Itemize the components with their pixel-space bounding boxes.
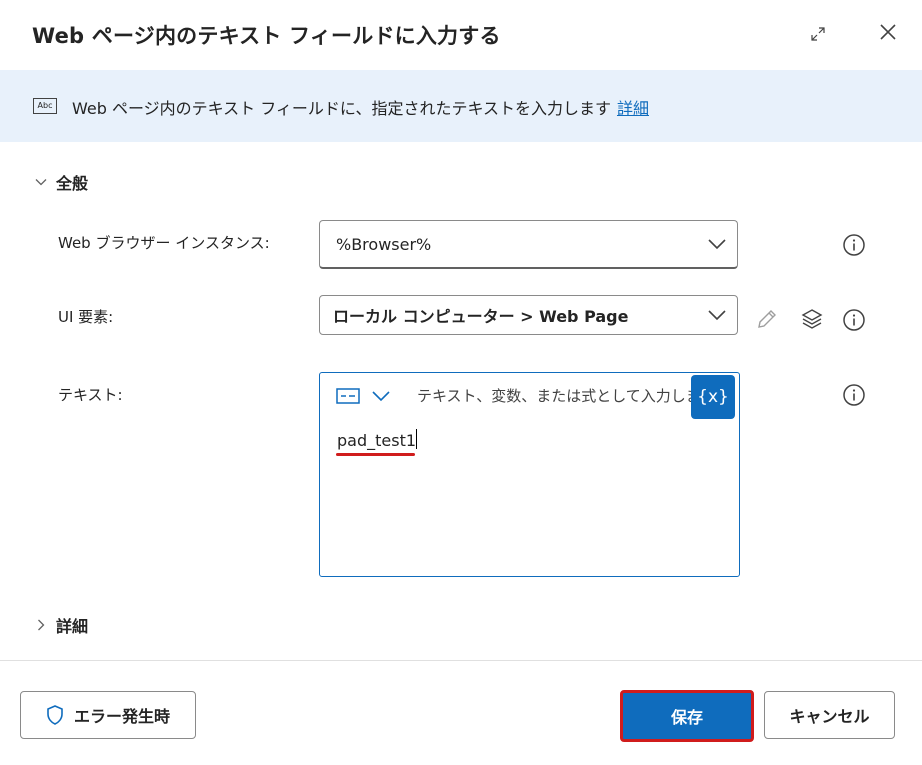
shield-icon xyxy=(47,705,63,725)
text-value: pad_test1 xyxy=(337,431,417,450)
section-general-label: 全般 xyxy=(56,174,89,193)
cancel-button[interactable]: キャンセル xyxy=(764,691,895,739)
expand-icon xyxy=(811,27,825,41)
on-error-label: エラー発生時 xyxy=(73,707,170,726)
text-label: テキスト: xyxy=(58,386,123,404)
ui-element-label: UI 要素: xyxy=(58,308,114,326)
info-icon xyxy=(843,384,865,406)
edit-ui-element-button[interactable] xyxy=(755,307,779,335)
dialog-title: Web ページ内のテキスト フィールドに入力する xyxy=(32,24,501,48)
save-button[interactable]: 保存 xyxy=(620,690,754,742)
section-general-toggle[interactable]: 全般 xyxy=(34,170,88,194)
input-mode-selector[interactable] xyxy=(336,387,390,405)
ui-element-dropdown[interactable]: ローカル コンピューター > Web Page xyxy=(319,295,738,335)
text-input[interactable]: テキスト、変数、または式として入力しま pad_test1 xyxy=(319,372,740,577)
ui-element-info-button[interactable] xyxy=(842,308,866,336)
chevron-down-icon xyxy=(35,179,47,186)
abc-text-icon: Abc xyxy=(33,98,57,114)
text-input-value: pad_test1 xyxy=(337,429,418,450)
expand-button[interactable] xyxy=(803,19,833,49)
chevron-down-icon xyxy=(708,310,726,321)
browser-info-button[interactable] xyxy=(842,233,866,261)
browser-instance-dropdown[interactable]: %Browser% xyxy=(319,220,738,269)
layers-icon xyxy=(801,309,823,329)
info-icon xyxy=(843,234,865,256)
close-button[interactable] xyxy=(873,17,903,47)
learn-more-link[interactable]: 詳細 xyxy=(617,99,649,118)
browser-instance-value: %Browser% xyxy=(336,234,432,254)
section-advanced-toggle[interactable]: 詳細 xyxy=(34,613,88,637)
text-cursor xyxy=(416,429,418,449)
ui-element-value: ローカル コンピューター > Web Page xyxy=(333,307,629,326)
on-error-button[interactable]: エラー発生時 xyxy=(20,691,196,739)
section-advanced-label: 詳細 xyxy=(56,617,89,636)
pencil-icon xyxy=(758,310,776,328)
text-field-icon xyxy=(336,388,360,404)
text-info-button[interactable] xyxy=(842,383,866,411)
chevron-down-icon xyxy=(372,390,390,401)
close-icon xyxy=(880,24,896,40)
ui-elements-pane-button[interactable] xyxy=(800,307,824,335)
banner-text: Web ページ内のテキスト フィールドに、指定されたテキストを入力します xyxy=(72,99,611,118)
text-input-placeholder: テキスト、変数、または式として入力しま xyxy=(417,387,691,405)
chevron-right-icon xyxy=(38,619,45,631)
footer-divider xyxy=(0,660,922,661)
insert-variable-button[interactable]: {x} xyxy=(691,375,735,419)
chevron-down-icon xyxy=(708,239,726,250)
value-highlight-underline xyxy=(336,453,415,456)
info-icon xyxy=(843,309,865,331)
banner-description: Web ページ内のテキスト フィールドに、指定されたテキストを入力します 詳細 xyxy=(72,95,649,119)
browser-instance-label: Web ブラウザー インスタンス: xyxy=(58,234,270,252)
